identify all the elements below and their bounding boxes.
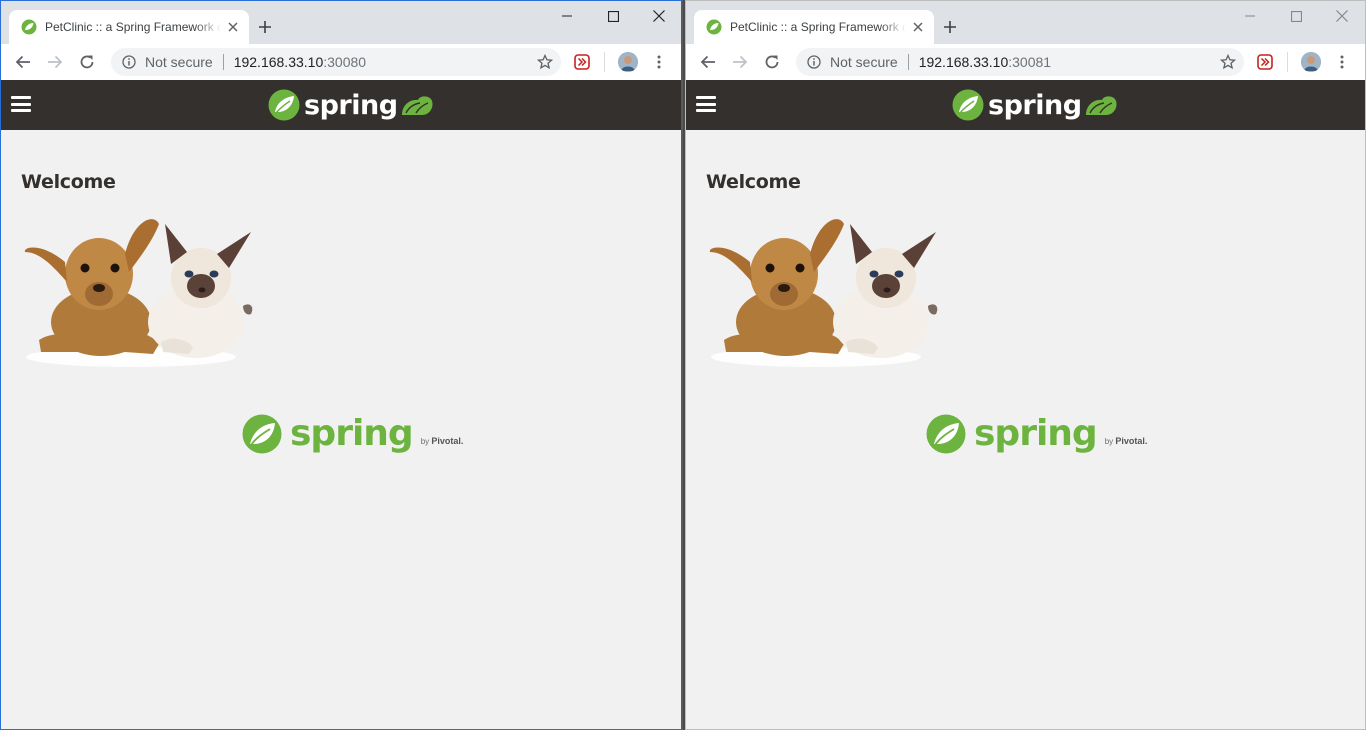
back-icon[interactable]: [694, 48, 722, 76]
browser-toolbar: Not secure 192.168.33.10:30080: [1, 44, 681, 80]
info-icon[interactable]: [121, 54, 137, 70]
url-port: :30080: [323, 54, 367, 70]
spring-leaf-icon: [242, 414, 282, 453]
close-icon[interactable]: [910, 19, 926, 35]
maximize-icon[interactable]: [1273, 1, 1319, 31]
avatar[interactable]: [1301, 52, 1321, 72]
minimize-icon[interactable]: [1227, 1, 1273, 31]
brand-text: spring: [988, 89, 1082, 121]
site-header: spring: [686, 80, 1365, 130]
footer-brand: spring: [290, 413, 414, 454]
site-logo[interactable]: spring: [268, 89, 434, 121]
spring-leaf-icon: [1085, 96, 1117, 115]
page-title: Welcome: [21, 171, 116, 193]
browser-tab[interactable]: PetClinic :: a Spring Framework demonstr…: [694, 10, 934, 44]
menu-dots-icon[interactable]: [1334, 54, 1350, 70]
browser-toolbar: Not secure 192.168.33.10:30081: [686, 44, 1365, 80]
pets-image: [709, 219, 938, 367]
footer-company: Pivotal.: [431, 435, 464, 446]
footer-by: by: [420, 436, 430, 446]
spring-leaf-icon: [401, 96, 433, 115]
minimize-icon[interactable]: [544, 1, 590, 31]
toolbar-divider: [604, 52, 605, 72]
reload-icon[interactable]: [758, 48, 786, 76]
browser-window-right: PetClinic :: a Spring Framework demonstr…: [685, 0, 1366, 730]
avatar[interactable]: [618, 52, 638, 72]
plus-icon[interactable]: [253, 15, 277, 39]
hamburger-icon[interactable]: [696, 96, 716, 112]
favicon-spring-icon: [21, 19, 37, 35]
url-host: 192.168.33.10: [918, 54, 1009, 70]
close-window-icon[interactable]: [636, 1, 681, 31]
page-title: Welcome: [706, 171, 801, 193]
tab-title: PetClinic :: a Spring Framework demonstr…: [730, 20, 906, 34]
maximize-icon[interactable]: [590, 1, 636, 31]
close-icon[interactable]: [225, 19, 241, 35]
spring-leaf-icon: [926, 414, 966, 453]
forward-icon[interactable]: [41, 48, 69, 76]
favicon-spring-icon: [706, 19, 722, 35]
url-port: :30081: [1008, 54, 1052, 70]
footer-pivotal: by Pivotal.: [1105, 436, 1148, 446]
footer-company: Pivotal.: [1115, 435, 1148, 446]
menu-dots-icon[interactable]: [651, 54, 667, 70]
brand-text: spring: [304, 89, 398, 121]
spring-leaf-icon: [952, 89, 984, 121]
star-icon[interactable]: [537, 54, 553, 70]
footer-brand: spring: [974, 413, 1098, 454]
address-bar[interactable]: Not secure 192.168.33.10:30080: [111, 48, 561, 76]
footer-logo: spring by Pivotal.: [242, 413, 463, 454]
hamburger-icon[interactable]: [11, 96, 31, 112]
desktop: PetClinic :: a Spring Framework demonstr…: [0, 0, 1366, 730]
reload-icon[interactable]: [73, 48, 101, 76]
tab-title: PetClinic :: a Spring Framework demonstr…: [45, 20, 221, 34]
security-label: Not secure: [830, 54, 898, 70]
tab-strip: PetClinic :: a Spring Framework demonstr…: [686, 1, 1365, 44]
url-host: 192.168.33.10: [233, 54, 324, 70]
url-text: 192.168.33.10:30080: [234, 54, 366, 70]
browser-window-left: PetClinic :: a Spring Framework demonstr…: [0, 0, 683, 730]
toolbar-divider: [1287, 52, 1288, 72]
extension-icon[interactable]: [1257, 54, 1273, 70]
pets-image: [24, 219, 253, 367]
footer-logo: spring by Pivotal.: [926, 413, 1147, 454]
plus-icon[interactable]: [938, 15, 962, 39]
footer-by: by: [1104, 436, 1114, 446]
url-text: 192.168.33.10:30081: [919, 54, 1051, 70]
footer-pivotal: by Pivotal.: [421, 436, 464, 446]
extension-icon[interactable]: [574, 54, 590, 70]
info-icon[interactable]: [806, 54, 822, 70]
forward-icon[interactable]: [726, 48, 754, 76]
tab-strip: PetClinic :: a Spring Framework demonstr…: [1, 1, 681, 44]
security-label: Not secure: [145, 54, 213, 70]
back-icon[interactable]: [9, 48, 37, 76]
omnibox-divider: [222, 54, 224, 70]
omnibox-divider: [907, 54, 909, 70]
site-header: spring: [1, 80, 681, 130]
browser-tab[interactable]: PetClinic :: a Spring Framework demonstr…: [9, 10, 249, 44]
close-window-icon[interactable]: [1319, 1, 1365, 31]
address-bar[interactable]: Not secure 192.168.33.10:30081: [796, 48, 1244, 76]
site-logo[interactable]: spring: [952, 89, 1118, 121]
star-icon[interactable]: [1220, 54, 1236, 70]
spring-leaf-icon: [268, 89, 300, 121]
